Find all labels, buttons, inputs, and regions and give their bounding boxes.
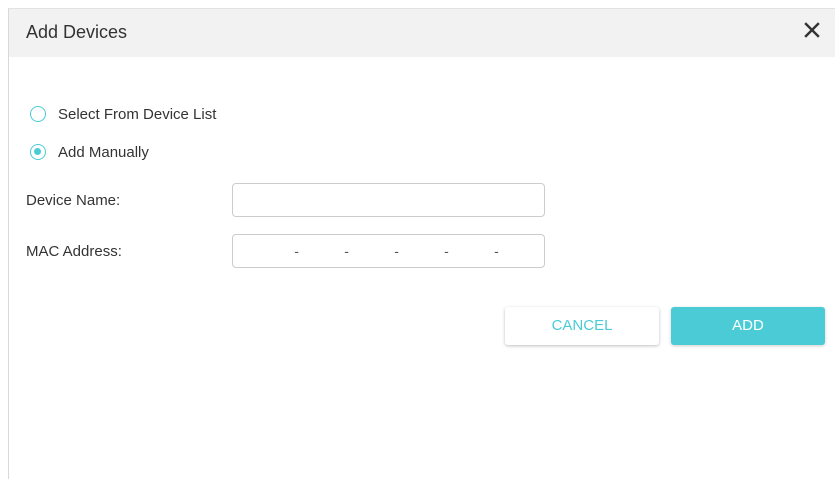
mac-segment-3[interactable]	[348, 235, 395, 267]
radio-button-checked[interactable]	[30, 144, 46, 160]
add-button[interactable]: ADD	[671, 307, 825, 345]
mac-address-label: MAC Address:	[26, 243, 122, 260]
device-name-input[interactable]	[233, 184, 544, 216]
mac-segment-2[interactable]	[298, 235, 345, 267]
radio-label-select-from-device-list: Select From Device List	[58, 105, 217, 123]
device-name-label: Device Name:	[26, 192, 121, 209]
close-button[interactable]	[797, 15, 827, 45]
cancel-button[interactable]: CANCEL	[505, 307, 659, 345]
mac-address-segments: - - - - -	[233, 235, 545, 267]
mac-segment-1[interactable]	[249, 235, 295, 267]
radio-label-add-manually: Add Manually	[58, 143, 149, 161]
radio-button-unchecked[interactable]	[30, 106, 46, 122]
dialog-header: Add Devices	[9, 9, 835, 57]
mac-address-field: - - - - -	[232, 234, 545, 268]
mac-segment-5[interactable]	[448, 235, 495, 267]
mac-segment-4[interactable]	[398, 235, 445, 267]
close-icon	[804, 22, 820, 38]
dialog-title: Add Devices	[26, 22, 128, 42]
device-name-field-wrapper	[232, 183, 545, 217]
radio-select-from-device-list[interactable]: Select From Device List	[30, 103, 216, 125]
mac-segment-6[interactable]	[498, 235, 545, 267]
add-devices-dialog: Add Devices Select From Device List Add …	[8, 8, 835, 479]
radio-add-manually[interactable]: Add Manually	[30, 141, 149, 163]
